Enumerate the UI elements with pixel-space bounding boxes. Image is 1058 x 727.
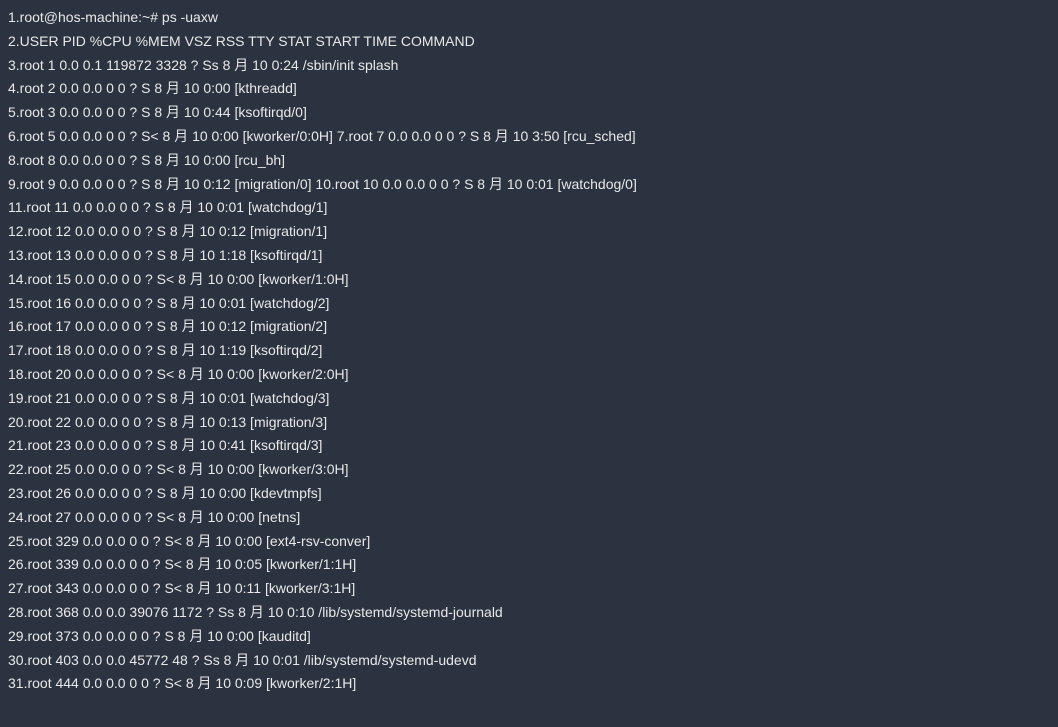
- terminal-line: 2.USER PID %CPU %MEM VSZ RSS TTY STAT ST…: [8, 30, 1050, 54]
- terminal-line: 15.root 16 0.0 0.0 0 0 ? S 8 月 10 0:01 […: [8, 292, 1050, 316]
- terminal-line: 4.root 2 0.0 0.0 0 0 ? S 8 月 10 0:00 [kt…: [8, 77, 1050, 101]
- terminal-line: 30.root 403 0.0 0.0 45772 48 ? Ss 8 月 10…: [8, 649, 1050, 673]
- terminal-line: 5.root 3 0.0 0.0 0 0 ? S 8 月 10 0:44 [ks…: [8, 101, 1050, 125]
- terminal-line: 23.root 26 0.0 0.0 0 0 ? S 8 月 10 0:00 […: [8, 482, 1050, 506]
- terminal-line: 21.root 23 0.0 0.0 0 0 ? S 8 月 10 0:41 […: [8, 434, 1050, 458]
- terminal-line: 11.root 11 0.0 0.0 0 0 ? S 8 月 10 0:01 […: [8, 196, 1050, 220]
- terminal-line: 28.root 368 0.0 0.0 39076 1172 ? Ss 8 月 …: [8, 601, 1050, 625]
- terminal-line: 6.root 5 0.0 0.0 0 0 ? S< 8 月 10 0:00 [k…: [8, 125, 1050, 149]
- terminal-line: 3.root 1 0.0 0.1 119872 3328 ? Ss 8 月 10…: [8, 54, 1050, 78]
- terminal-line: 22.root 25 0.0 0.0 0 0 ? S< 8 月 10 0:00 …: [8, 458, 1050, 482]
- terminal-output: 1.root@hos-machine:~# ps -uaxw 2.USER PI…: [8, 6, 1050, 696]
- terminal-line: 27.root 343 0.0 0.0 0 0 ? S< 8 月 10 0:11…: [8, 577, 1050, 601]
- terminal-line: 26.root 339 0.0 0.0 0 0 ? S< 8 月 10 0:05…: [8, 553, 1050, 577]
- terminal-line: 9.root 9 0.0 0.0 0 0 ? S 8 月 10 0:12 [mi…: [8, 173, 1050, 197]
- terminal-line: 14.root 15 0.0 0.0 0 0 ? S< 8 月 10 0:00 …: [8, 268, 1050, 292]
- terminal-line: 17.root 18 0.0 0.0 0 0 ? S 8 月 10 1:19 […: [8, 339, 1050, 363]
- terminal-line: 29.root 373 0.0 0.0 0 0 ? S 8 月 10 0:00 …: [8, 625, 1050, 649]
- terminal-line: 1.root@hos-machine:~# ps -uaxw: [8, 6, 1050, 30]
- terminal-line: 31.root 444 0.0 0.0 0 0 ? S< 8 月 10 0:09…: [8, 672, 1050, 696]
- terminal-line: 16.root 17 0.0 0.0 0 0 ? S 8 月 10 0:12 […: [8, 315, 1050, 339]
- terminal-line: 24.root 27 0.0 0.0 0 0 ? S< 8 月 10 0:00 …: [8, 506, 1050, 530]
- terminal-line: 19.root 21 0.0 0.0 0 0 ? S 8 月 10 0:01 […: [8, 387, 1050, 411]
- terminal-line: 18.root 20 0.0 0.0 0 0 ? S< 8 月 10 0:00 …: [8, 363, 1050, 387]
- terminal-line: 8.root 8 0.0 0.0 0 0 ? S 8 月 10 0:00 [rc…: [8, 149, 1050, 173]
- terminal-line: 13.root 13 0.0 0.0 0 0 ? S 8 月 10 1:18 […: [8, 244, 1050, 268]
- terminal-line: 20.root 22 0.0 0.0 0 0 ? S 8 月 10 0:13 […: [8, 411, 1050, 435]
- terminal-line: 25.root 329 0.0 0.0 0 0 ? S< 8 月 10 0:00…: [8, 530, 1050, 554]
- terminal-line: 12.root 12 0.0 0.0 0 0 ? S 8 月 10 0:12 […: [8, 220, 1050, 244]
